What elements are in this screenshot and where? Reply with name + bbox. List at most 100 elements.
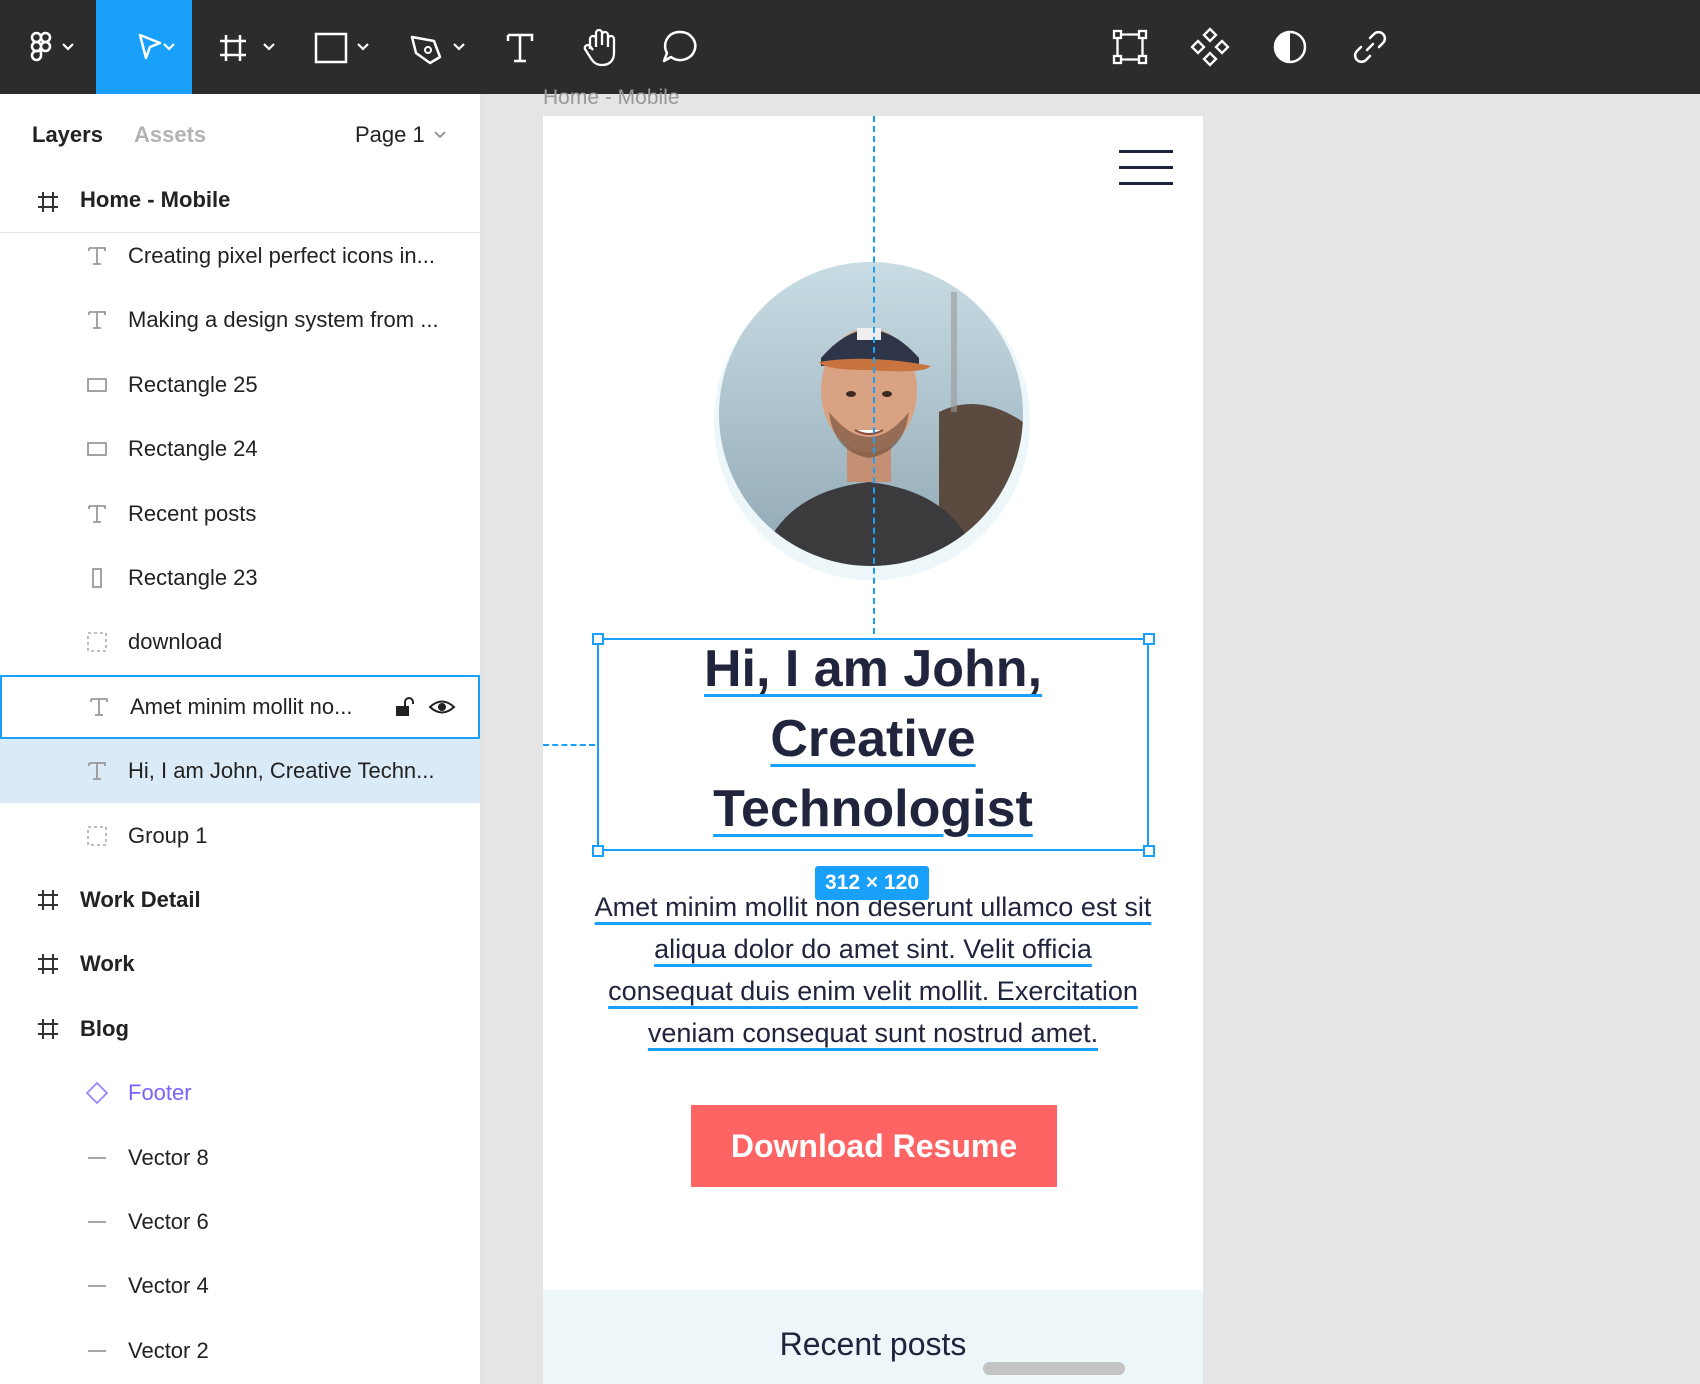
- layer-row[interactable]: Rectangle 24: [0, 417, 480, 481]
- layer-row[interactable]: Amet minim mollit no...: [0, 674, 480, 739]
- frame-header-home-mobile[interactable]: Home - Mobile: [0, 172, 480, 233]
- hero-paragraph[interactable]: Amet minim mollit non deserunt ullamco e…: [593, 886, 1153, 1054]
- spacing-guide-horizontal: [543, 744, 595, 746]
- resize-handle-bottom-right[interactable]: [1143, 845, 1155, 857]
- vector-line-icon: [85, 1146, 109, 1170]
- layer-label: Group 1: [128, 822, 208, 848]
- move-tool-button[interactable]: [96, 0, 192, 94]
- rectangle-layer-icon: [85, 373, 109, 397]
- text-layer-icon: [85, 308, 109, 332]
- page-selector[interactable]: Page 1: [355, 122, 447, 148]
- layer-label: Rectangle 24: [128, 436, 258, 462]
- portrait-image: [719, 262, 1023, 566]
- layer-row[interactable]: Making a design system from ...: [0, 288, 480, 352]
- layer-row[interactable]: Hi, I am John, Creative Techn...: [0, 739, 480, 804]
- tab-layers[interactable]: Layers: [32, 122, 103, 148]
- text-layer-icon: [85, 502, 109, 526]
- group-layer-icon: [85, 630, 109, 654]
- frame-icon: [36, 888, 60, 912]
- layer-row[interactable]: Creating pixel perfect icons in...: [0, 224, 480, 288]
- comment-tool-button[interactable]: [658, 0, 702, 94]
- hand-icon: [583, 28, 616, 67]
- comment-icon: [662, 30, 697, 63]
- layer-label: Vector 4: [128, 1273, 209, 1299]
- layer-label: Creating pixel perfect icons in...: [128, 243, 435, 268]
- layer-row[interactable]: Vector 4: [0, 1254, 480, 1318]
- shape-tool-button[interactable]: [306, 0, 380, 94]
- avatar[interactable]: [719, 262, 1023, 566]
- resize-handle-bottom-left[interactable]: [592, 845, 604, 857]
- contrast-button[interactable]: [1268, 0, 1312, 94]
- component-instance-icon: [85, 1081, 109, 1105]
- rectangle-layer-icon: [85, 566, 109, 590]
- visibility-eye-icon[interactable]: [428, 695, 456, 725]
- text-layer-icon: [87, 695, 111, 719]
- vector-line-icon: [85, 1339, 109, 1363]
- layer-row[interactable]: Rectangle 23: [0, 546, 480, 610]
- layer-row[interactable]: Work Detail: [0, 868, 480, 932]
- text-tool-button[interactable]: [498, 0, 542, 94]
- layer-label: Making a design system from ...: [128, 307, 439, 333]
- contrast-icon: [1273, 30, 1307, 64]
- selection-size-badge: 312 × 120: [815, 866, 929, 900]
- chevron-down-icon: [434, 131, 446, 139]
- frame-tool-button[interactable]: [212, 0, 286, 94]
- rectangle-icon: [314, 32, 369, 64]
- layer-label: Vector 8: [128, 1144, 209, 1170]
- panel-tabs: Layers Assets Page 1: [0, 94, 480, 172]
- link-icon: [1353, 30, 1387, 64]
- resize-handle-top-right[interactable]: [1143, 633, 1155, 645]
- layer-label: Vector 6: [128, 1209, 209, 1234]
- hamburger-menu-icon[interactable]: [1119, 150, 1173, 186]
- component-set-button[interactable]: [1108, 0, 1152, 94]
- component-icon: [1190, 27, 1230, 67]
- hand-tool-button[interactable]: [578, 0, 622, 94]
- layer-row[interactable]: Work: [0, 932, 480, 996]
- resize-handle-top-left[interactable]: [592, 633, 604, 645]
- layer-row[interactable]: Rectangle 25: [0, 353, 480, 417]
- layer-label: Vector 2: [128, 1337, 209, 1363]
- frame-header-label: Home - Mobile: [80, 187, 231, 212]
- layer-row[interactable]: Vector 8: [0, 1126, 480, 1190]
- selection-bounding-box[interactable]: [597, 638, 1149, 851]
- components-button[interactable]: [1188, 0, 1232, 94]
- layer-label: download: [128, 629, 223, 655]
- layer-row[interactable]: Vector 2: [0, 1319, 480, 1383]
- figma-logo-icon: [30, 31, 74, 62]
- toolbar: [0, 0, 1700, 94]
- layer-label: Work: [80, 951, 135, 977]
- layer-label: Recent posts: [128, 500, 257, 526]
- layer-label: Amet minim mollit no...: [130, 693, 353, 719]
- unlock-icon[interactable]: [392, 695, 416, 725]
- frame-icon: [220, 35, 275, 61]
- layer-row[interactable]: Footer: [0, 1061, 480, 1125]
- vector-line-icon: [85, 1274, 109, 1298]
- page-selector-label: Page 1: [355, 122, 425, 147]
- link-button[interactable]: [1348, 0, 1392, 94]
- vector-line-icon: [85, 1210, 109, 1234]
- layers-panel: Layers Assets Page 1 Home - Mobile Creat…: [0, 94, 481, 1384]
- rectangle-layer-icon: [85, 437, 109, 461]
- frame-title-label[interactable]: Home - Mobile: [543, 86, 680, 110]
- pen-tool-button[interactable]: [402, 0, 476, 94]
- pen-icon: [410, 35, 465, 65]
- figma-menu-button[interactable]: [0, 0, 96, 94]
- group-layer-icon: [85, 824, 109, 848]
- layer-row[interactable]: Vector 6: [0, 1190, 480, 1254]
- layer-row[interactable]: Recent posts: [0, 482, 480, 546]
- layer-label: Footer: [128, 1080, 192, 1106]
- move-cursor-icon: [138, 33, 175, 60]
- layer-row[interactable]: Blog: [0, 997, 480, 1061]
- spacing-guide-vertical: [873, 116, 875, 634]
- frame-icon: [38, 192, 58, 212]
- text-icon: [506, 33, 534, 63]
- download-resume-button[interactable]: Download Resume: [691, 1105, 1057, 1187]
- layer-row[interactable]: download: [0, 610, 480, 674]
- recent-posts-heading[interactable]: Recent posts: [543, 1326, 1203, 1363]
- canvas-scrollbar[interactable]: [983, 1362, 1125, 1375]
- layer-row[interactable]: Group 1: [0, 804, 480, 868]
- layer-label: Hi, I am John, Creative Techn...: [128, 758, 435, 784]
- tab-assets[interactable]: Assets: [134, 122, 206, 148]
- layer-label: Blog: [80, 1015, 129, 1041]
- transform-icon: [1112, 29, 1148, 65]
